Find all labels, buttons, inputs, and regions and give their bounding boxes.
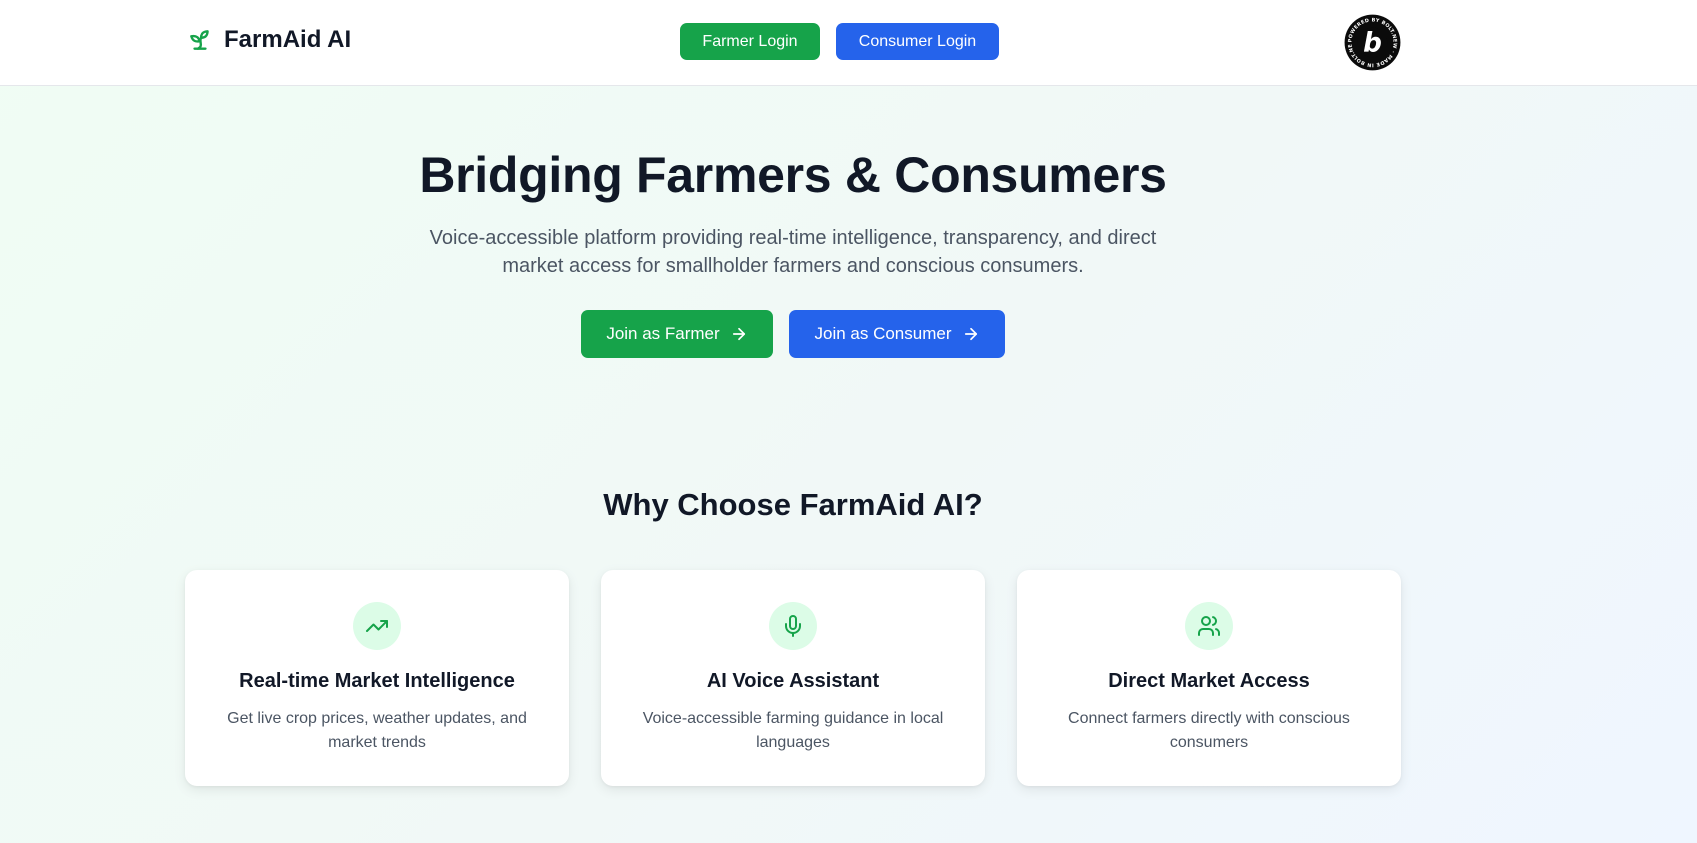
- brand-name: FarmAid AI: [224, 26, 352, 53]
- badge-letter: b: [1363, 29, 1382, 59]
- trending-up-icon: [366, 620, 388, 632]
- consumer-login-button[interactable]: Consumer Login: [836, 23, 999, 60]
- feature-title: Real-time Market Intelligence: [239, 670, 515, 692]
- microphone-icon: [785, 615, 801, 637]
- feature-description: Connect farmers directly with conscious …: [1068, 710, 1350, 751]
- feature-icon-badge: [1185, 602, 1233, 650]
- arrow-right-icon: [964, 327, 977, 341]
- feature-icon-badge: [353, 602, 401, 650]
- feature-icon-badge: [769, 602, 817, 650]
- users-icon: [1198, 616, 1220, 636]
- hero-subtitle: Voice-accessible platform providing real…: [429, 227, 1157, 277]
- feature-description: Get live crop prices, weather updates, a…: [227, 710, 527, 751]
- top-navbar: FarmAid AI Farmer Login Consumer Login P…: [0, 0, 1697, 86]
- feature-title: AI Voice Assistant: [706, 670, 880, 692]
- arrow-right-icon: [732, 327, 745, 341]
- farmer-login-button[interactable]: Farmer Login: [680, 23, 820, 60]
- join-consumer-label: Join as Consumer: [814, 324, 952, 343]
- feature-title: Direct Market Access: [1108, 670, 1310, 692]
- feature-card-market-access: Direct Market Access Connect farmers dir…: [1017, 570, 1401, 786]
- feature-card-voice-assistant: AI Voice Assistant Voice-accessible farm…: [601, 570, 985, 786]
- features-title: Why Choose FarmAid AI?: [603, 487, 983, 522]
- join-farmer-button[interactable]: Join as Farmer: [581, 310, 773, 358]
- join-farmer-label: Join as Farmer: [606, 324, 720, 343]
- brand-logo[interactable]: FarmAid AI: [187, 26, 351, 54]
- join-consumer-button[interactable]: Join as Consumer: [789, 310, 1005, 358]
- bolt-badge[interactable]: POWERED BY BOLT.NEW · MADE IN BOLT.NEW ·…: [1344, 14, 1401, 71]
- sprout-icon: [190, 30, 209, 50]
- feature-card-market-intelligence: Real-time Market Intelligence Get live c…: [185, 570, 569, 786]
- hero-title: Bridging Farmers & Consumers: [419, 147, 1167, 203]
- feature-description: Voice-accessible farming guidance in loc…: [642, 710, 944, 751]
